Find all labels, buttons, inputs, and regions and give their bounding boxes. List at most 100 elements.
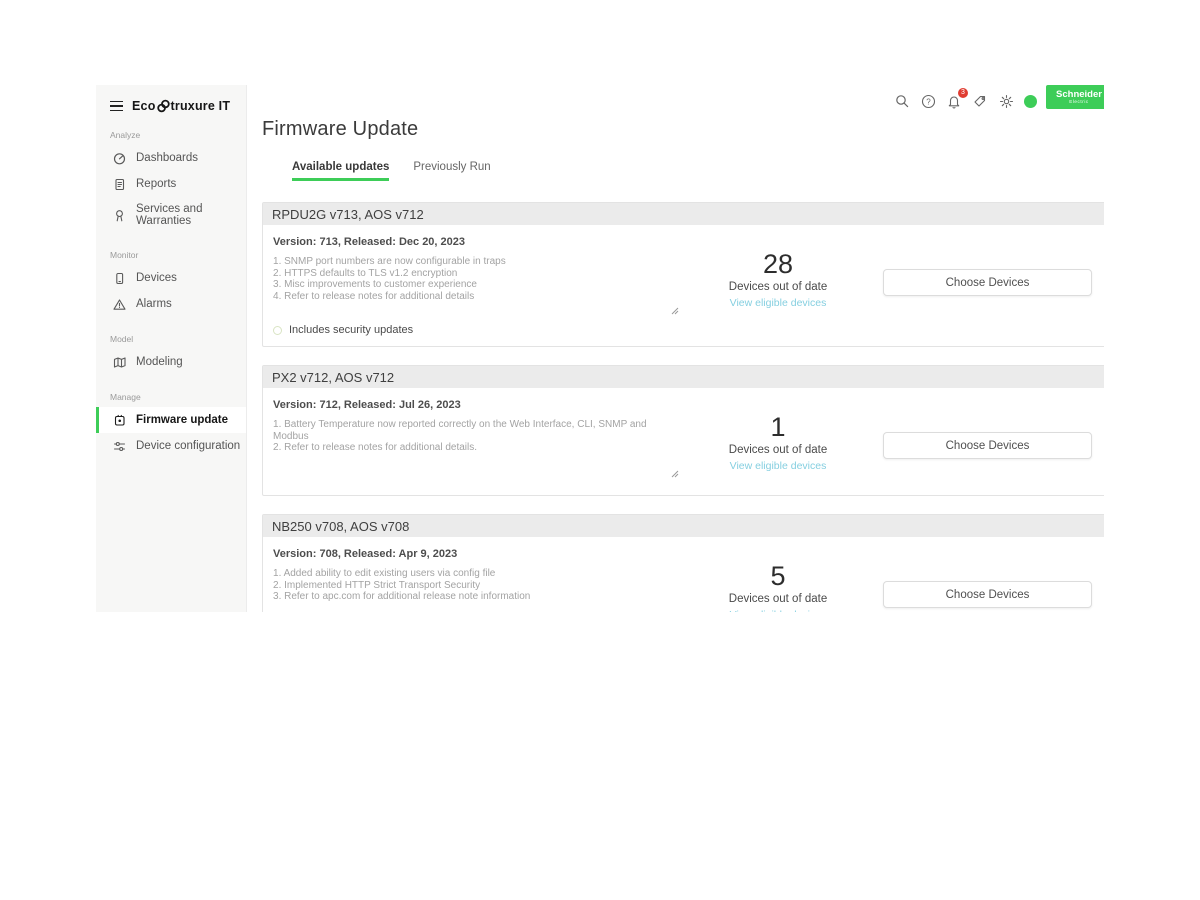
firmware-card-px2: PX2 v712, AOS v712 Version: 712, Release… xyxy=(262,365,1104,496)
release-notes-column: Version: 712, Released: Jul 26, 2023 Bat… xyxy=(273,397,673,485)
release-note: Added ability to edit existing users via… xyxy=(273,568,673,580)
devices-out-of-date-label: Devices out of date xyxy=(673,444,883,456)
release-note: Refer to release notes for additional de… xyxy=(273,291,673,303)
search-icon[interactable] xyxy=(894,93,910,109)
svg-text:?: ? xyxy=(926,97,931,106)
resize-handle-icon[interactable] xyxy=(671,465,679,483)
notification-badge: 3 xyxy=(958,88,968,98)
card-title: NB250 v708, AOS v708 xyxy=(263,515,1104,537)
warning-triangle-icon xyxy=(113,298,126,311)
release-note: Battery Temperature now reported correct… xyxy=(273,419,673,442)
release-notes-list: SNMP port numbers are now configurable i… xyxy=(273,256,673,302)
notifications-bell-icon[interactable]: 3 xyxy=(946,93,962,109)
logo-text-eco: Eco xyxy=(132,99,156,113)
release-note: Refer to release notes for additional de… xyxy=(273,442,673,454)
ecostruxure-logo: Eco truxure IT xyxy=(132,99,230,113)
sidebar-item-alarms[interactable]: Alarms xyxy=(96,291,246,317)
sidebar-item-devices[interactable]: Devices xyxy=(96,265,246,291)
firmware-icon xyxy=(113,414,126,427)
release-notes-list: Added ability to edit existing users via… xyxy=(273,568,673,603)
release-note: Implemented HTTP Strict Transport Securi… xyxy=(273,580,673,592)
firmware-card-rpdu2g: RPDU2G v713, AOS v712 Version: 713, Rele… xyxy=(262,202,1104,347)
firmware-card-nb250: NB250 v708, AOS v708 Version: 708, Relea… xyxy=(262,514,1104,612)
sidebar-header: Eco truxure IT xyxy=(96,85,246,113)
topbar-icons: ? 3 xyxy=(894,93,1037,109)
devices-out-of-date-count: 5 xyxy=(673,562,883,590)
sidebar-section-manage: Manage xyxy=(96,375,246,407)
release-note: Refer to apc.com for additional release … xyxy=(273,591,673,603)
release-notes-list: Battery Temperature now reported correct… xyxy=(273,419,673,454)
ecostruxure-loop-icon xyxy=(157,99,170,113)
device-icon xyxy=(113,272,126,285)
page-title: Firmware Update xyxy=(262,118,1104,141)
schneider-logo-text: Schneider xyxy=(1056,90,1102,100)
topbar: ? 3 Schneider Electric xyxy=(262,85,1104,109)
award-icon xyxy=(113,209,126,222)
tabs: Available updates Previously Run xyxy=(292,161,1104,181)
gauge-icon xyxy=(113,152,126,165)
choose-devices-button[interactable]: Choose Devices xyxy=(883,269,1092,296)
devices-out-of-date-count: 1 xyxy=(673,413,883,441)
resize-handle-icon[interactable] xyxy=(671,302,679,320)
sliders-icon xyxy=(113,440,126,453)
sidebar-section-model: Model xyxy=(96,317,246,349)
sidebar-section-analyze: Analyze xyxy=(96,113,246,145)
sidebar-item-modeling[interactable]: Modeling xyxy=(96,349,246,375)
schneider-electric-logo[interactable]: Schneider Electric xyxy=(1046,85,1104,109)
release-note: SNMP port numbers are now configurable i… xyxy=(273,256,673,268)
choose-devices-button[interactable]: Choose Devices xyxy=(883,432,1092,459)
sidebar-section-monitor: Monitor xyxy=(96,233,246,265)
choose-devices-button[interactable]: Choose Devices xyxy=(883,581,1092,608)
devices-out-of-date-count: 28 xyxy=(673,250,883,278)
devices-count-column: 5 Devices out of date View eligible devi… xyxy=(673,546,883,612)
release-note: Misc improvements to customer experience xyxy=(273,279,673,291)
sidebar-item-services-warranties[interactable]: Services and Warranties xyxy=(96,197,246,233)
view-eligible-devices-link[interactable]: View eligible devices xyxy=(730,609,827,612)
sidebar-item-label: Firmware update xyxy=(136,414,228,426)
tab-available-updates[interactable]: Available updates xyxy=(292,161,389,181)
firmware-cards: RPDU2G v713, AOS v712 Version: 713, Rele… xyxy=(262,202,1104,612)
map-icon xyxy=(113,356,126,369)
security-note: Includes security updates xyxy=(273,324,673,336)
devices-count-column: 1 Devices out of date View eligible devi… xyxy=(673,397,883,474)
card-title: RPDU2G v713, AOS v712 xyxy=(263,203,1104,225)
logo-text-it: truxure IT xyxy=(171,99,231,113)
view-eligible-devices-link[interactable]: View eligible devices xyxy=(730,297,827,309)
release-notes-textarea[interactable]: Battery Temperature now reported correct… xyxy=(273,419,673,485)
sidebar-item-label: Services and Warranties xyxy=(136,203,242,227)
version-line: Version: 708, Released: Apr 9, 2023 xyxy=(273,548,673,560)
sidebar-item-label: Devices xyxy=(136,272,177,284)
release-note: HTTPS defaults to TLS v1.2 encryption xyxy=(273,268,673,280)
tab-previously-run[interactable]: Previously Run xyxy=(413,161,490,181)
security-note-label: Includes security updates xyxy=(289,324,413,336)
main-content: ? 3 Schneider Electric Firmware Update xyxy=(247,85,1104,612)
devices-out-of-date-label: Devices out of date xyxy=(673,281,883,293)
report-icon xyxy=(113,178,126,191)
devices-out-of-date-label: Devices out of date xyxy=(673,593,883,605)
release-notes-textarea[interactable]: SNMP port numbers are now configurable i… xyxy=(273,256,673,322)
sidebar-item-device-configuration[interactable]: Device configuration xyxy=(96,433,246,459)
sidebar-item-label: Reports xyxy=(136,178,176,190)
sidebar-item-firmware-update[interactable]: Firmware update xyxy=(96,407,246,433)
sidebar-item-label: Device configuration xyxy=(136,440,240,452)
sidebar-item-dashboards[interactable]: Dashboards xyxy=(96,145,246,171)
tag-icon[interactable] xyxy=(972,93,988,109)
account-status-dot[interactable] xyxy=(1024,95,1037,108)
sidebar-item-label: Dashboards xyxy=(136,152,198,164)
version-line: Version: 712, Released: Jul 26, 2023 xyxy=(273,399,673,411)
app-window: Eco truxure IT Analyze Dashboards Report… xyxy=(96,85,1104,612)
sidebar-item-label: Modeling xyxy=(136,356,183,368)
help-icon[interactable]: ? xyxy=(920,93,936,109)
version-line: Version: 713, Released: Dec 20, 2023 xyxy=(273,236,673,248)
security-shield-icon xyxy=(273,326,282,335)
gear-icon[interactable] xyxy=(998,93,1014,109)
hamburger-menu-icon[interactable] xyxy=(110,101,123,112)
view-eligible-devices-link[interactable]: View eligible devices xyxy=(730,460,827,472)
sidebar: Eco truxure IT Analyze Dashboards Report… xyxy=(96,85,247,612)
release-notes-textarea[interactable]: Added ability to edit existing users via… xyxy=(273,568,673,612)
sidebar-item-label: Alarms xyxy=(136,298,172,310)
sidebar-item-reports[interactable]: Reports xyxy=(96,171,246,197)
devices-count-column: 28 Devices out of date View eligible dev… xyxy=(673,234,883,311)
card-title: PX2 v712, AOS v712 xyxy=(263,366,1104,388)
schneider-logo-subtext: Electric xyxy=(1069,100,1089,105)
